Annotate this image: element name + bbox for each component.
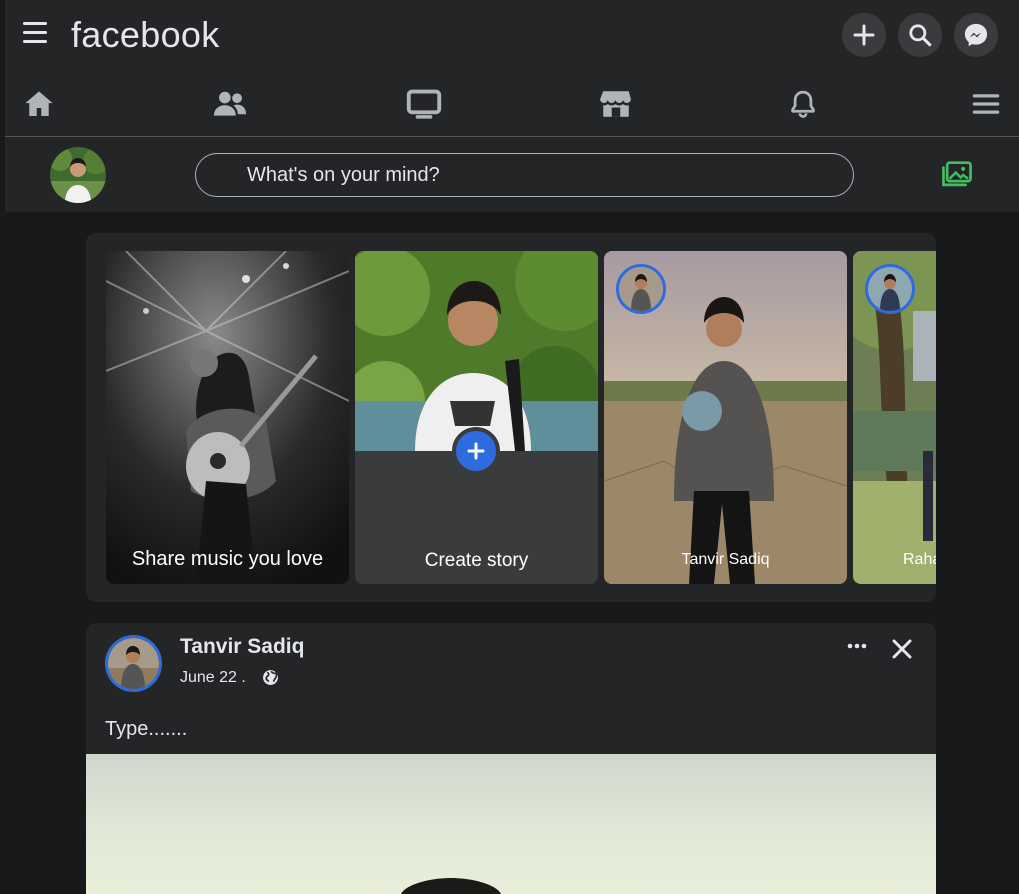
add-story-button[interactable] [452, 427, 500, 475]
story-avatar [616, 264, 666, 314]
nav-bar [5, 70, 1019, 137]
marketplace-tab[interactable] [598, 86, 634, 122]
messenger-button[interactable] [954, 13, 998, 57]
create-button[interactable] [842, 13, 886, 57]
feed-post: Tanvir Sadiq June 22 . Type....... [86, 623, 936, 894]
friends-icon [213, 91, 247, 116]
messenger-icon [964, 23, 988, 47]
story-label: Raha [903, 551, 936, 568]
story-label: Tanvir Sadiq [681, 551, 770, 568]
whats-on-your-mind-input[interactable]: What's on your mind? [195, 153, 854, 197]
public-icon [262, 669, 279, 691]
top-bar: facebook What's on your mind? [5, 0, 1019, 212]
hide-post-button[interactable] [890, 637, 914, 666]
post-author-avatar[interactable] [105, 635, 162, 692]
photo-icon [942, 161, 972, 187]
stories-tray: Share music you love Create story Tanvir… [86, 233, 936, 602]
facebook-logo[interactable]: facebook [71, 14, 220, 56]
story-card-music[interactable]: Share music you love [106, 251, 349, 584]
story-card-raha[interactable]: Raha [853, 251, 936, 584]
more-icon [847, 643, 867, 649]
post-composer: What's on your mind? [5, 138, 1019, 212]
post-author-name[interactable]: Tanvir Sadiq [180, 635, 304, 659]
plus-icon [467, 442, 485, 460]
story-avatar [865, 264, 915, 314]
post-date[interactable]: June 22 . [180, 669, 246, 687]
post-text: Type....... [105, 718, 188, 740]
user-avatar[interactable] [50, 147, 106, 203]
watch-icon [406, 89, 442, 119]
photo-button[interactable] [941, 160, 973, 195]
search-icon [909, 24, 932, 47]
story-label: Share music you love [131, 548, 324, 570]
post-options-button[interactable] [846, 637, 868, 660]
menu-lines-icon [972, 94, 1000, 114]
plus-icon [853, 24, 875, 46]
notifications-icon [791, 90, 815, 118]
menu-tab[interactable] [968, 86, 1004, 122]
home-tab[interactable] [21, 86, 57, 122]
marketplace-icon [600, 91, 631, 117]
friends-tab[interactable] [212, 86, 248, 122]
home-icon [25, 91, 53, 116]
header-row: facebook [5, 0, 1019, 70]
notifications-tab[interactable] [785, 86, 821, 122]
watch-tab[interactable] [406, 86, 442, 122]
search-button[interactable] [898, 13, 942, 57]
story-image-user [355, 251, 598, 451]
create-story-label: Create story [424, 550, 529, 571]
create-story-card[interactable]: Create story [355, 251, 598, 584]
post-image[interactable] [86, 754, 936, 894]
menu-icon[interactable] [23, 22, 47, 44]
story-card-tanvir[interactable]: Tanvir Sadiq [604, 251, 847, 584]
story-image-music [106, 251, 349, 584]
close-icon [892, 639, 912, 659]
